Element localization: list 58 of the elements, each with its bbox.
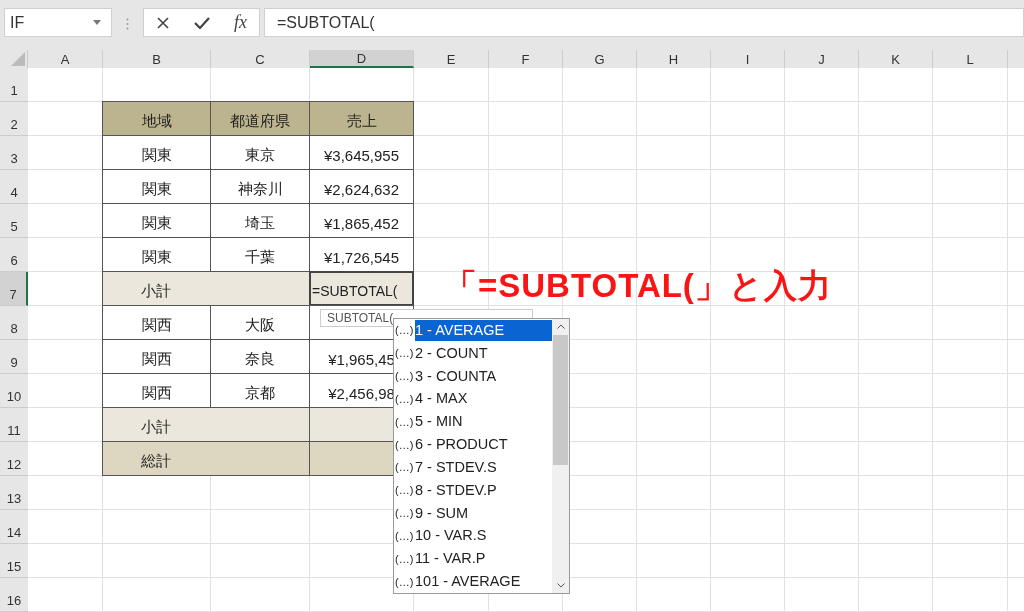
option-label[interactable]: 6 - PRODUCT <box>415 434 552 456</box>
formula-field[interactable]: =SUBTOTAL( <box>264 8 1024 37</box>
option-label[interactable]: 5 - MIN <box>415 411 552 433</box>
table-cell: 総計 <box>102 441 310 476</box>
option-label[interactable]: 11 - VAR.P <box>415 548 552 570</box>
row-header[interactable]: 3 <box>0 136 28 170</box>
argument-label: (…) <box>394 484 415 497</box>
option-label[interactable]: 9 - SUM <box>415 502 552 524</box>
caret-icon <box>93 20 101 25</box>
option-label[interactable]: 4 - MAX <box>415 388 552 410</box>
argument-label: (…) <box>395 347 415 360</box>
row-header[interactable]: 2 <box>0 102 28 136</box>
table-cell: 小計 <box>102 271 310 306</box>
row-header[interactable]: 9 <box>0 340 28 374</box>
argument-label: (…) <box>394 552 415 565</box>
cancel-icon[interactable] <box>156 15 170 30</box>
option-label[interactable]: 101 - AVERAGE <box>415 571 552 592</box>
column-heading: 売上 <box>309 101 414 136</box>
option-label[interactable]: 3 - COUNTA <box>415 365 552 387</box>
annotation-text: 「=SUBTOTAL(」と入力 <box>444 266 832 306</box>
row-header[interactable]: 8 <box>0 306 28 340</box>
option-label[interactable]: 7 - STDEV.S <box>415 456 552 478</box>
argument-label: (…) <box>394 507 415 520</box>
argument-label: (…) <box>394 438 415 451</box>
option-label[interactable]: 10 - VAR.S <box>415 525 552 547</box>
argument-label: (…) <box>394 415 415 428</box>
row-header[interactable]: 1 <box>0 68 28 102</box>
row-header[interactable]: 5 <box>0 204 28 238</box>
column-heading: 都道府県 <box>210 101 310 136</box>
insert-function-button[interactable]: fx <box>234 12 247 33</box>
row-header[interactable]: 15 <box>0 544 28 578</box>
option-label[interactable]: 1 - AVERAGE <box>415 319 552 341</box>
row-header[interactable]: 14 <box>0 510 28 544</box>
argument-label: (…) <box>394 324 415 337</box>
row-header[interactable]: 12 <box>0 442 28 476</box>
column-heading: 地域 <box>102 101 211 136</box>
name-box[interactable]: IF <box>4 8 112 37</box>
row-header[interactable]: 7 <box>0 272 28 306</box>
row-header[interactable]: 11 <box>0 408 28 442</box>
option-label[interactable]: 2 - COUNT <box>415 342 552 364</box>
row-header[interactable]: 13 <box>0 476 28 510</box>
scroll-up-icon[interactable] <box>556 324 565 329</box>
row-header[interactable]: 4 <box>0 170 28 204</box>
grip-icon <box>126 18 129 30</box>
argument-label: (…) <box>395 392 415 405</box>
table-cell: 小計 <box>102 407 310 442</box>
argument-label: (…) <box>394 529 415 542</box>
option-label[interactable]: 8 - STDEV.P <box>415 479 552 501</box>
row-header[interactable]: 16 <box>0 578 28 612</box>
argument-label: (…) <box>394 575 415 588</box>
scrollbar[interactable] <box>552 319 569 593</box>
active-cell[interactable]: =SUBTOTAL( <box>309 271 414 306</box>
column-header[interactable]: D <box>310 50 414 68</box>
checkmark-icon[interactable] <box>194 16 210 29</box>
row-header[interactable]: 6 <box>0 238 28 272</box>
row-header[interactable]: 10 <box>0 374 28 408</box>
scroll-down-icon[interactable] <box>556 583 565 588</box>
argument-label: (…) <box>394 461 415 474</box>
